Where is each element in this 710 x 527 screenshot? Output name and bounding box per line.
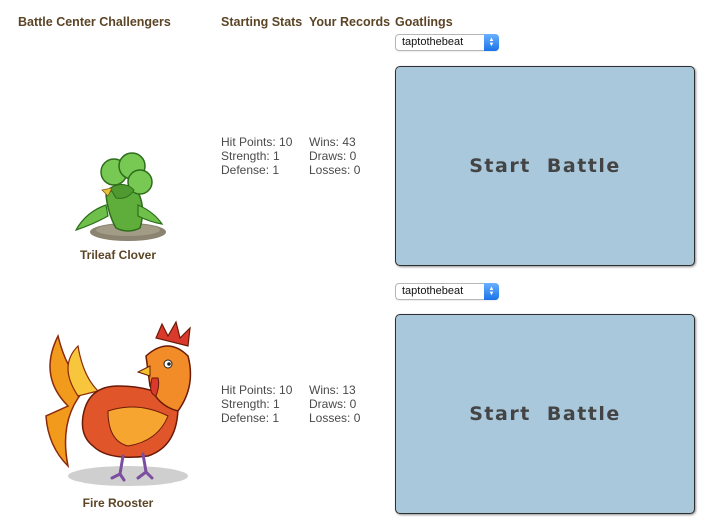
wins: Wins: 13 (309, 383, 356, 397)
defense: Defense: 1 (221, 163, 280, 177)
chevron-updown-icon: ▲ ▼ (484, 34, 499, 51)
challenger-name: Fire Rooster (82, 496, 154, 510)
goatling-selected-value: taptothebeat (402, 285, 464, 297)
fire-rooster-image (45, 320, 192, 486)
header-challengers: Battle Center Challengers (18, 15, 171, 29)
records-rooster: Wins: 13 Draws: 0 Losses: 0 (309, 383, 360, 425)
header-starting-stats: Starting Stats (221, 15, 303, 29)
chevron-updown-icon: ▲ ▼ (484, 283, 499, 300)
goatling-select[interactable]: taptothebeat ▲ ▼ (395, 283, 499, 300)
wins: Wins: 43 (309, 135, 356, 149)
hit-points: Hit Points: 10 (221, 383, 293, 397)
challenger-trileaf-clover: Trileaf Clover (18, 30, 218, 270)
records-trileaf: Wins: 43 Draws: 0 Losses: 0 (309, 135, 360, 177)
header-goatlings: Goatlings (395, 15, 453, 29)
defense: Defense: 1 (221, 411, 280, 425)
hit-points: Hit Points: 10 (221, 135, 293, 149)
trileaf-clover-image (74, 152, 166, 241)
start-battle-button[interactable]: Start Battle (395, 66, 695, 266)
start-battle-button[interactable]: Start Battle (395, 314, 695, 514)
challenger-name: Trileaf Clover (79, 248, 157, 262)
goatling-selected-value: taptothebeat (402, 36, 464, 48)
header-your-records: Your Records (309, 15, 391, 29)
losses: Losses: 0 (309, 411, 361, 425)
strength: Strength: 1 (221, 397, 280, 411)
starting-stats-trileaf: Hit Points: 10 Strength: 1 Defense: 1 (221, 135, 292, 177)
goatling-select[interactable]: taptothebeat ▲ ▼ (395, 34, 499, 51)
challenger-fire-rooster: Fire Rooster (18, 278, 218, 518)
draws: Draws: 0 (309, 149, 357, 163)
starting-stats-rooster: Hit Points: 10 Strength: 1 Defense: 1 (221, 383, 292, 425)
strength: Strength: 1 (221, 149, 280, 163)
losses: Losses: 0 (309, 163, 361, 177)
draws: Draws: 0 (309, 397, 357, 411)
